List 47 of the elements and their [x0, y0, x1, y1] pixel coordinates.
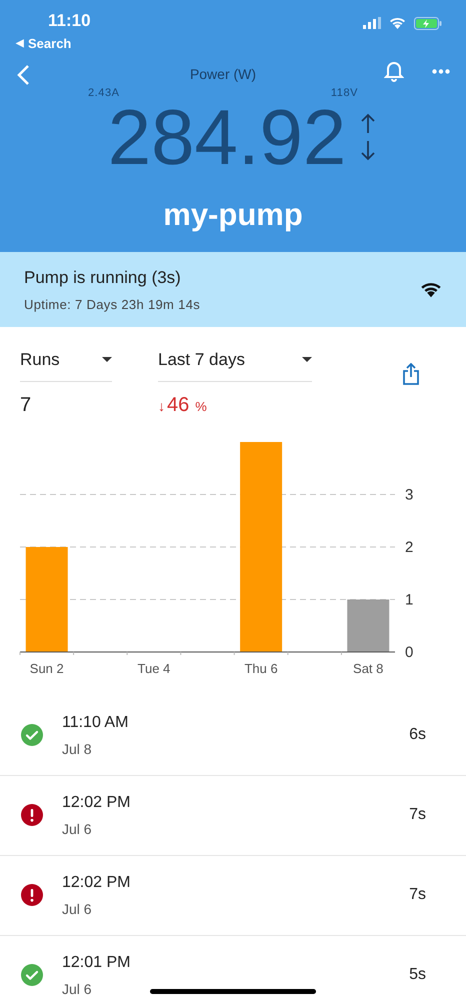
y-tick-label: 1	[405, 591, 414, 608]
run-time: 12:01 PM	[62, 952, 130, 972]
metric-title: Power (W)	[190, 65, 256, 84]
clock: 11:10	[48, 10, 91, 32]
y-tick-label: 2	[405, 538, 414, 556]
run-date: Jul 6	[62, 900, 93, 918]
check-circle-icon	[20, 963, 44, 987]
y-tick-label: 0	[405, 644, 414, 660]
run-duration: 6s	[409, 725, 426, 745]
more-icon[interactable]	[432, 68, 450, 74]
device-name: my-pump	[162, 196, 304, 234]
run-time: 12:02 PM	[62, 872, 130, 892]
uptime-text: Uptime: 7 Days 23h 19m 14s	[24, 296, 200, 314]
bell-icon[interactable]	[384, 60, 404, 82]
run-time: 11:10 AM	[62, 712, 128, 732]
run-date: Jul 8	[62, 740, 93, 758]
run-duration: 7s	[409, 885, 426, 905]
caret-icon	[302, 357, 312, 362]
change-indicator: ↓46 %	[158, 392, 208, 418]
run-row[interactable]: 12:02 PM Jul 6 7s	[0, 776, 466, 856]
back-button[interactable]	[16, 64, 30, 86]
signal-icon	[363, 17, 381, 29]
wifi-icon	[420, 281, 442, 298]
x-tick-label: Thu 6	[244, 660, 278, 676]
run-time: 12:02 PM	[62, 792, 130, 812]
run-date: Jul 6	[62, 820, 93, 838]
run-duration: 5s	[409, 965, 426, 985]
share-icon[interactable]	[402, 363, 420, 385]
status-text: Pump is running (3s)	[24, 267, 182, 289]
battery-icon	[414, 16, 442, 30]
run-row[interactable]: 12:02 PM Jul 6 7s	[0, 856, 466, 936]
caret-icon	[102, 357, 112, 362]
x-tick-label: Sat 8	[353, 660, 384, 676]
exclamation-circle-icon	[20, 803, 44, 827]
y-tick-label: 3	[405, 486, 414, 503]
run-row[interactable]: 11:10 AM Jul 8 6s	[0, 696, 466, 776]
check-circle-icon	[20, 723, 44, 747]
period-dropdown[interactable]: Last 7 days	[158, 347, 312, 382]
metric-dropdown[interactable]: Runs	[20, 347, 112, 382]
run-date: Jul 6	[62, 980, 93, 998]
runs-count: 7	[20, 392, 32, 418]
wifi-icon	[389, 17, 406, 29]
exclamation-circle-icon	[20, 883, 44, 907]
x-tick-label: Tue 4	[138, 660, 170, 676]
x-tick-label: Sun 2	[30, 660, 64, 676]
run-duration: 7s	[409, 805, 426, 825]
chart-bar	[347, 599, 390, 652]
